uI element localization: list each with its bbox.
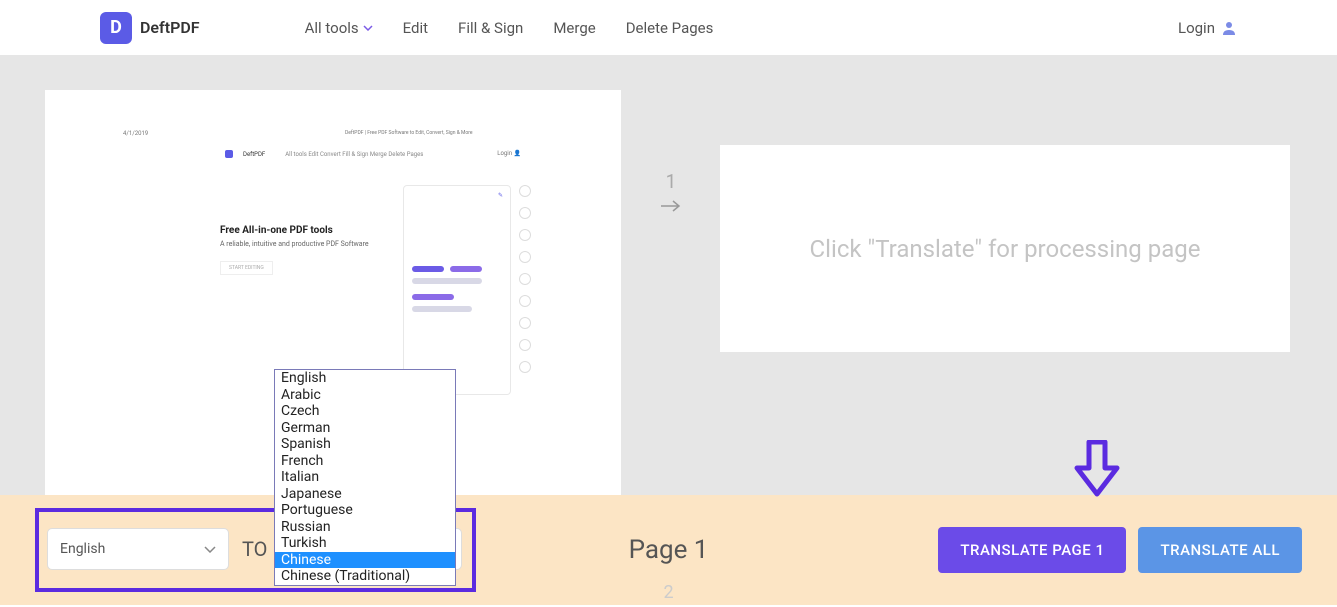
page-indicator: Page 1 <box>629 535 709 565</box>
preview-hero-subtitle: A reliable, intuitive and productive PDF… <box>220 240 369 249</box>
preview-logo-icon <box>225 150 233 158</box>
preview-circle-icon <box>519 273 531 285</box>
translate-page-button[interactable]: TRANSLATE PAGE 1 <box>938 527 1126 573</box>
to-label: TO <box>242 537 267 561</box>
result-placeholder: Click "Translate" for processing page <box>810 235 1201 263</box>
user-icon <box>1221 20 1237 36</box>
main-workspace: 4/1/2019 DeftPDF | Free PDF Software to … <box>0 55 1337 495</box>
dropdown-option[interactable]: Spanish <box>275 436 455 453</box>
preview-circle-icon <box>519 317 531 329</box>
dropdown-option[interactable]: Chinese <box>275 552 455 569</box>
main-nav: All tools Edit Fill & Sign Merge Delete … <box>305 19 714 37</box>
nav-all-tools[interactable]: All tools <box>305 19 373 37</box>
dropdown-option[interactable]: Japanese <box>275 486 455 503</box>
nav-edit[interactable]: Edit <box>403 19 428 37</box>
nav-merge[interactable]: Merge <box>553 19 595 37</box>
preview-circle-icon <box>519 339 531 351</box>
login-label: Login <box>1178 19 1215 37</box>
preview-login: Login 👤 <box>497 150 521 157</box>
result-preview: Click "Translate" for processing page <box>720 145 1290 352</box>
preview-cta-button: START EDITING <box>220 261 273 275</box>
chevron-down-icon <box>204 546 216 553</box>
dropdown-option[interactable]: Portuguese <box>275 502 455 519</box>
preview-page-header: DeftPDF | Free PDF Software to Edit, Con… <box>345 130 473 136</box>
preview-circle-icon <box>519 361 531 373</box>
translate-toolbar: English TO Chinese Page 1 TRANSLATE PAGE… <box>0 495 1337 605</box>
preview-circle-icon <box>519 295 531 307</box>
dropdown-option[interactable]: Turkish <box>275 535 455 552</box>
language-dropdown-list[interactable]: EnglishArabicCzechGermanSpanishFrenchIta… <box>274 369 456 586</box>
action-buttons: TRANSLATE PAGE 1 TRANSLATE ALL <box>938 527 1302 573</box>
preview-circle-icon <box>519 229 531 241</box>
dropdown-option[interactable]: English <box>275 370 455 387</box>
preview-nav: All tools Edit Convert Fill & Sign Merge… <box>285 151 423 158</box>
dropdown-option[interactable]: Chinese (Traditional) <box>275 568 455 585</box>
translate-all-button[interactable]: TRANSLATE ALL <box>1138 527 1302 573</box>
next-page-number: 2 <box>663 582 673 603</box>
logo-icon: D <box>100 12 132 44</box>
nav-all-tools-label: All tools <box>305 19 359 37</box>
dropdown-option[interactable]: Italian <box>275 469 455 486</box>
source-language-value: English <box>60 541 105 557</box>
dropdown-option[interactable]: French <box>275 453 455 470</box>
preview-circle-icon <box>519 185 531 197</box>
login-button[interactable]: Login <box>1178 19 1237 37</box>
preview-circle-icon <box>519 207 531 219</box>
dropdown-option[interactable]: Russian <box>275 519 455 536</box>
dropdown-option[interactable]: Arabic <box>275 387 455 404</box>
step-number: 1 <box>666 170 677 193</box>
preview-circle-icon <box>519 251 531 263</box>
preview-hero-title: Free All-in-one PDF tools <box>220 225 369 236</box>
brand-name: DeftPDF <box>140 18 200 37</box>
nav-fill-sign[interactable]: Fill & Sign <box>458 19 523 37</box>
attention-arrow-icon <box>1073 440 1121 498</box>
preview-date: 4/1/2019 <box>123 130 148 137</box>
main-header: D DeftPDF All tools Edit Fill & Sign Mer… <box>0 0 1337 55</box>
nav-delete-pages[interactable]: Delete Pages <box>626 19 714 37</box>
step-indicator: 1 <box>660 170 682 213</box>
chevron-down-icon <box>363 25 373 31</box>
dropdown-option[interactable]: German <box>275 420 455 437</box>
preview-brand: DeftPDF <box>243 151 265 158</box>
preview-card: ✎ <box>403 185 511 395</box>
dropdown-option[interactable]: Czech <box>275 403 455 420</box>
logo-area[interactable]: D DeftPDF <box>100 12 200 44</box>
source-language-select[interactable]: English <box>47 528 229 570</box>
arrow-right-icon <box>660 199 682 213</box>
